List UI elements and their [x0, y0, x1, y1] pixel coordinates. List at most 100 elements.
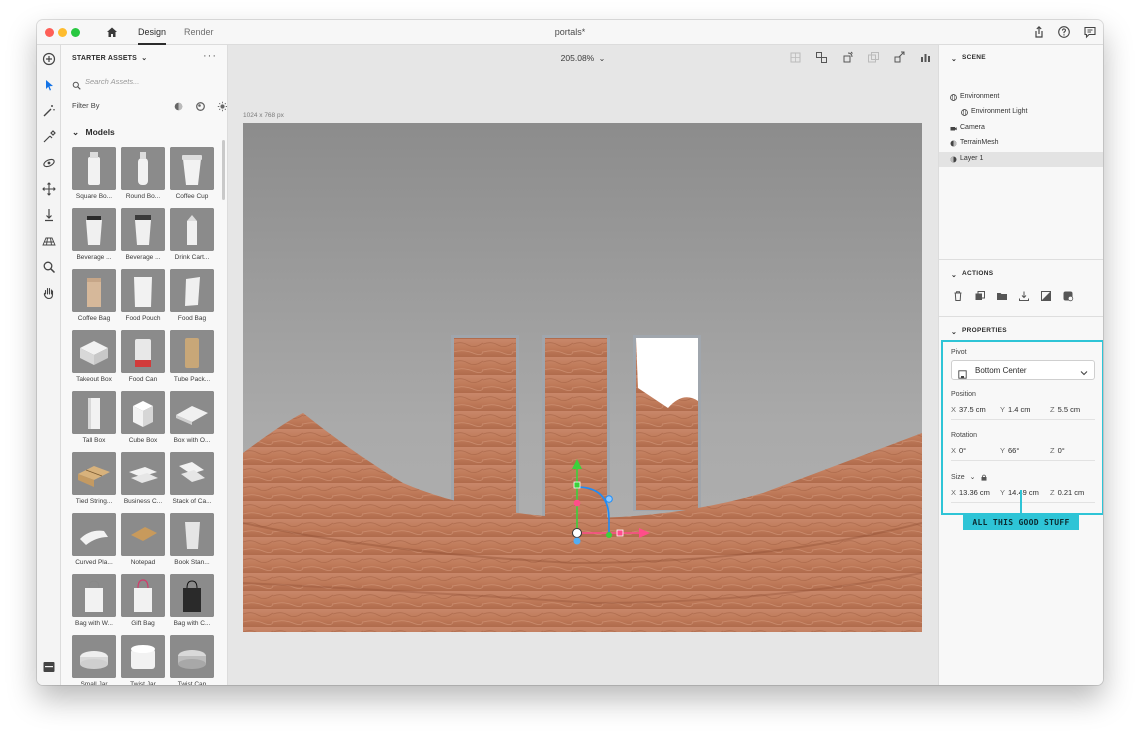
filter-materials-icon[interactable] — [195, 99, 206, 111]
position-z-field[interactable]: Z 5.5 cm — [1050, 405, 1080, 414]
asset-item[interactable]: Twist Cap — [170, 635, 214, 685]
lock-icon[interactable] — [981, 474, 987, 481]
perspective-icon[interactable] — [41, 233, 57, 249]
tab-render[interactable]: Render — [184, 20, 214, 45]
asset-item[interactable]: Round Bo... — [121, 147, 165, 200]
assets-scrollbar[interactable] — [222, 140, 225, 200]
search-assets[interactable]: Search Assets... — [72, 75, 220, 90]
rotation-x-field[interactable]: X 0° — [951, 446, 966, 455]
add-icon[interactable] — [41, 51, 57, 67]
drop-to-ground-icon[interactable] — [41, 207, 57, 223]
asset-item[interactable]: Takeout Box — [72, 330, 116, 383]
asset-label: Bag with W... — [75, 620, 113, 627]
zoom-control[interactable]: 205.08% ⌄ — [228, 53, 938, 63]
rotate-icon[interactable] — [841, 51, 854, 64]
zoom-icon[interactable] — [41, 259, 57, 275]
asset-item[interactable]: Small Jar — [72, 635, 116, 685]
duplicate-icon[interactable] — [867, 51, 880, 64]
drop-icon[interactable] — [1018, 289, 1030, 301]
scene-section-header[interactable]: ⌄ SCENE — [951, 54, 986, 63]
trash-icon[interactable] — [952, 289, 964, 301]
help-icon[interactable] — [1057, 25, 1071, 39]
frame-icon[interactable] — [789, 51, 802, 64]
asset-item[interactable]: Tied String... — [72, 452, 116, 505]
actions-section-header[interactable]: ⌄ ACTIONS — [951, 270, 993, 279]
asset-item[interactable]: Food Bag — [170, 269, 214, 322]
asset-item[interactable]: Tall Box — [72, 391, 116, 444]
asset-thumbnail — [170, 452, 214, 495]
position-y-field[interactable]: Y 1.4 cm — [1000, 405, 1031, 414]
asset-item[interactable]: Box with O... — [170, 391, 214, 444]
asset-item[interactable]: Coffee Cup — [170, 147, 214, 200]
search-icon — [72, 77, 81, 90]
feedback-icon[interactable] — [1083, 25, 1097, 39]
move-object-icon[interactable] — [893, 51, 906, 64]
tool-bar — [37, 45, 61, 685]
asset-item[interactable]: Beverage ... — [121, 208, 165, 261]
asset-item[interactable]: Book Stan... — [170, 513, 214, 566]
group-icon[interactable] — [815, 51, 828, 64]
pan-icon[interactable] — [41, 285, 57, 301]
more-options-button[interactable]: ··· — [203, 50, 217, 62]
asset-item[interactable]: Square Bo... — [72, 147, 116, 200]
asset-item[interactable]: Food Pouch — [121, 269, 165, 322]
asset-item[interactable]: Cube Box — [121, 391, 165, 444]
rotation-y-field[interactable]: Y 66° — [1000, 446, 1019, 455]
rotation-z-field[interactable]: Z 0° — [1050, 446, 1065, 455]
chart-icon[interactable] — [919, 51, 932, 64]
asset-label: Bag with C... — [173, 620, 211, 627]
duplicate-icon[interactable] — [974, 289, 986, 301]
3d-viewport[interactable] — [243, 123, 922, 632]
models-section-header[interactable]: ⌄ Models — [72, 127, 115, 138]
size-z-field[interactable]: Z 0.21 cm — [1050, 488, 1084, 497]
asset-item[interactable]: Tube Pack... — [170, 330, 214, 383]
size-z-value: 0.21 cm — [1057, 488, 1085, 497]
mesh-icon — [950, 140, 957, 147]
magic-wand-icon[interactable] — [41, 103, 57, 119]
layer-item-layer-1[interactable]: Layer 1 — [939, 152, 1103, 167]
asset-item[interactable]: Business C... — [121, 452, 165, 505]
select-icon[interactable] — [41, 77, 57, 93]
asset-item[interactable]: Bag with W... — [72, 574, 116, 627]
asset-thumbnail — [72, 269, 116, 312]
asset-item[interactable]: Coffee Bag — [72, 269, 116, 322]
asset-item[interactable]: Curved Pla... — [72, 513, 116, 566]
asset-item[interactable]: Stack of Ca... — [170, 452, 214, 505]
size-x-field[interactable]: X 13.36 cm — [951, 488, 990, 497]
material-icon[interactable] — [1062, 289, 1074, 302]
properties-section-header[interactable]: ⌄ PROPERTIES — [951, 327, 1007, 336]
sampler-icon[interactable] — [41, 129, 57, 145]
size-y-value: 14.49 cm — [1008, 488, 1039, 497]
filter-lights-icon[interactable] — [217, 99, 227, 112]
asset-item[interactable]: Gift Bag — [121, 574, 165, 627]
share-icon[interactable] — [1032, 25, 1046, 39]
layer-item-environment-light[interactable]: Environment Light — [939, 105, 1103, 120]
filter-models-icon[interactable] — [173, 99, 184, 111]
asset-item[interactable]: Notepad — [121, 513, 165, 566]
move-icon[interactable] — [41, 181, 57, 197]
axis-label: Y — [1000, 488, 1006, 497]
position-label: Position — [951, 391, 976, 398]
orbit-icon[interactable] — [41, 155, 57, 171]
layer-item-terrainmesh[interactable]: TerrainMesh — [939, 136, 1103, 151]
mask-icon[interactable] — [1040, 289, 1052, 301]
tab-design[interactable]: Design — [138, 20, 167, 45]
axis-label: X — [951, 405, 957, 414]
asset-label: Food Pouch — [125, 315, 161, 322]
asset-item[interactable]: Food Can — [121, 330, 165, 383]
asset-item[interactable]: Drink Cart... — [170, 208, 214, 261]
asset-label: Stack of Ca... — [172, 498, 212, 505]
rotation-label: Rotation — [951, 432, 978, 439]
assets-header[interactable]: STARTER ASSETS ⌄ — [72, 54, 147, 62]
layer-item-camera[interactable]: Camera — [939, 121, 1103, 136]
asset-item[interactable]: Twist Jar — [121, 635, 165, 685]
asset-item[interactable]: Bag with C... — [170, 574, 214, 627]
position-x-field[interactable]: X 37.5 cm — [951, 405, 986, 414]
asset-item[interactable]: Beverage ... — [72, 208, 116, 261]
search-input[interactable]: Search Assets... — [85, 77, 139, 86]
folder-icon[interactable] — [996, 289, 1008, 301]
panel-toggle-icon[interactable] — [41, 659, 57, 675]
pivot-dropdown[interactable]: Bottom Center — [951, 360, 1095, 380]
layer-item-environment[interactable]: Environment — [939, 90, 1103, 105]
size-label-row[interactable]: Size ⌄ — [951, 473, 987, 481]
